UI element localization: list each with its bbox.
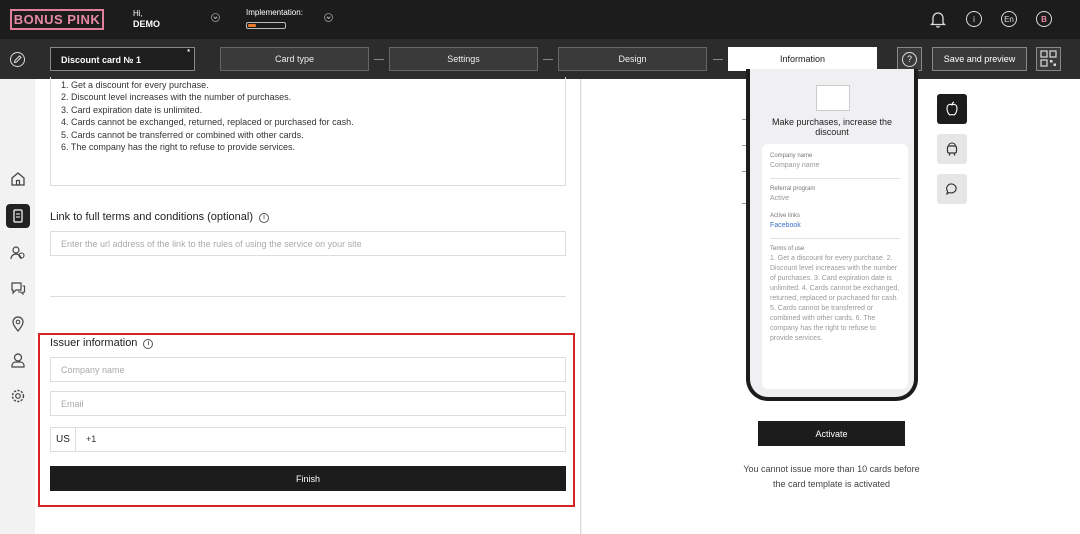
- question-icon: ?: [902, 51, 917, 67]
- referral-value: Active: [770, 195, 790, 202]
- terms-of-use-text: 1. Get a discount for every purchase. 2.…: [770, 255, 900, 342]
- issuer-label: Issuer information: [50, 337, 138, 349]
- facebook-link[interactable]: Facebook: [770, 221, 900, 230]
- active-links-label: Active links: [770, 213, 801, 219]
- profile-icon[interactable]: [10, 352, 26, 368]
- phone-country-select[interactable]: US: [50, 427, 76, 452]
- divider: [770, 178, 900, 179]
- implementation-progress-fill: [248, 24, 256, 27]
- step-separator: [713, 59, 723, 60]
- tab-design[interactable]: Design: [558, 47, 707, 71]
- notifications-bell-icon[interactable]: [929, 10, 947, 28]
- step-separator: [543, 59, 553, 60]
- implementation-label: Implementation:: [246, 8, 303, 17]
- android-icon[interactable]: [937, 134, 967, 164]
- info-icon[interactable]: i: [143, 339, 154, 349]
- user-menu-chevron-down-icon[interactable]: [211, 13, 220, 22]
- card-preview-panel: Make purchases, increase the discount Co…: [582, 69, 1080, 534]
- card-stamp-image: [816, 85, 850, 111]
- required-marker: *: [187, 49, 190, 56]
- qr-code-icon: [1040, 50, 1057, 67]
- tab-information[interactable]: Information: [728, 47, 877, 71]
- company-name-input[interactable]: Company name: [50, 357, 566, 382]
- phone-mockup: Make purchases, increase the discount Co…: [746, 69, 918, 401]
- phone-input[interactable]: +1: [76, 427, 566, 452]
- card-name-field[interactable]: Discount card № 1 *: [50, 47, 195, 71]
- messages-icon[interactable]: [10, 280, 26, 296]
- top-bar: BONUS PINK Hi, DEMO Implementation: i En…: [0, 0, 1080, 39]
- cards-icon[interactable]: [6, 204, 30, 228]
- edit-pen-icon[interactable]: [10, 52, 25, 67]
- preview-title: Make purchases, increase the discount: [771, 117, 893, 137]
- home-icon[interactable]: [10, 171, 26, 187]
- referral-label: Referral program: [770, 186, 816, 192]
- clients-icon[interactable]: [10, 245, 26, 261]
- location-pin-icon[interactable]: [10, 316, 26, 332]
- divider: [770, 238, 900, 239]
- save-and-preview-button[interactable]: Save and preview: [932, 47, 1027, 71]
- form-panel: 1. Get a discount for every purchase. 2.…: [35, 77, 581, 534]
- link-terms-heading: Link to full terms and conditions (optio…: [50, 211, 269, 223]
- info-icon[interactable]: i: [966, 11, 982, 27]
- language-switcher[interactable]: En: [1001, 11, 1017, 27]
- info-icon[interactable]: i: [259, 213, 269, 223]
- card-name-value: Discount card № 1: [61, 55, 142, 65]
- terms-line: 1. Get a discount for every purchase.: [61, 80, 209, 90]
- user-avatar[interactable]: B: [1036, 11, 1052, 27]
- terms-line: 6. The company has the right to refuse t…: [61, 142, 295, 153]
- terms-line: 4. Cards cannot be exchanged, returned, …: [61, 117, 354, 128]
- qr-code-button[interactable]: [1036, 47, 1061, 71]
- company-name-value: Company name: [770, 162, 820, 169]
- issuer-heading: Issuer information i: [50, 337, 154, 349]
- terms-line: 3. Card expiration date is unlimited.: [61, 104, 203, 115]
- chat-bubble-icon[interactable]: [937, 174, 967, 204]
- tab-card-type[interactable]: Card type: [220, 47, 369, 71]
- phone-screen: Make purchases, increase the discount Co…: [754, 69, 910, 389]
- implementation-progress-bar: [246, 22, 286, 29]
- implementation-chevron-down-icon[interactable]: [324, 13, 333, 22]
- user-greeting: Hi, DEMO: [133, 9, 160, 29]
- brand-logo[interactable]: BONUS PINK: [10, 9, 104, 30]
- email-input[interactable]: Email: [50, 391, 566, 416]
- sidebar: [0, 79, 35, 534]
- company-name-label: Company name: [770, 153, 813, 159]
- greeting-text: Hi,: [133, 9, 143, 18]
- user-name: DEMO: [133, 19, 160, 29]
- tab-settings[interactable]: Settings: [389, 47, 538, 71]
- activate-button[interactable]: Activate: [758, 421, 905, 446]
- help-button[interactable]: ?: [897, 47, 922, 71]
- section-divider: [50, 296, 566, 297]
- apple-icon[interactable]: [937, 94, 967, 124]
- link-terms-label: Link to full terms and conditions (optio…: [50, 211, 253, 223]
- step-separator: [374, 59, 384, 60]
- terms-of-use-label: Terms of use: [770, 246, 805, 252]
- terms-textarea[interactable]: 1. Get a discount for every purchase. 2.…: [50, 77, 566, 186]
- terms-line: 2. Discount level increases with the num…: [61, 92, 292, 103]
- preview-card-details: Company name Company name Referral progr…: [762, 144, 908, 389]
- card-limit-notice: You cannot issue more than 10 cards befo…: [743, 464, 920, 489]
- terms-line: 5. Cards cannot be transferred or combin…: [61, 129, 304, 140]
- settings-gear-icon[interactable]: [10, 388, 26, 404]
- finish-button[interactable]: Finish: [50, 466, 566, 491]
- terms-url-input[interactable]: Enter the url address of the link to the…: [50, 231, 566, 256]
